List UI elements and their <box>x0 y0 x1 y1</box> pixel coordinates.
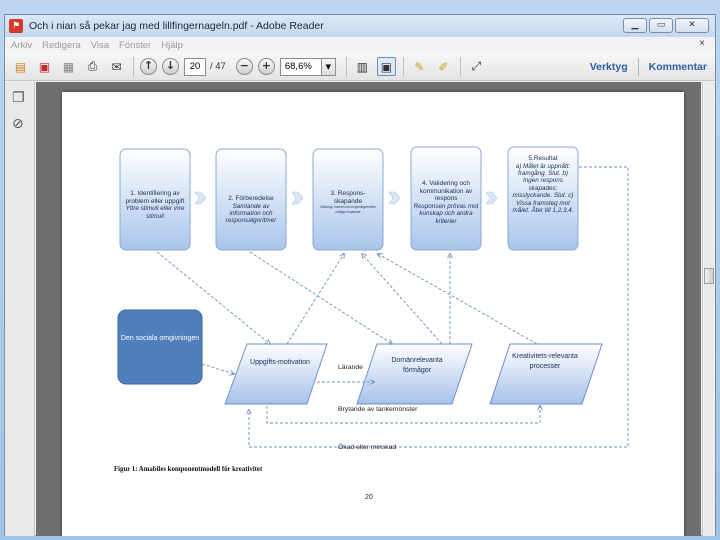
vertical-scrollbar[interactable] <box>702 82 715 536</box>
step-1-subtitle: Yttre stimuli eller inre stimuli <box>125 205 185 220</box>
zoom-dropdown-icon[interactable]: ▼ <box>321 57 336 76</box>
toolbar-separator <box>345 56 347 77</box>
menu-redigera[interactable]: Redigera <box>42 40 81 51</box>
adobe-reader-window: ⚑ Och i nian så pekar jag med lillfinger… <box>4 14 716 536</box>
toolbar: ▤ ▣ ▦ ⎙ ✉ ↑ ↓ 20 / 47 − + 68,6% ▼ ▥ ▣ ✎ … <box>5 53 715 81</box>
minimize-button[interactable]: ▁ <box>623 18 647 33</box>
component-kreativitet-label: Kreativitets-relevanta processer <box>512 353 578 370</box>
step-5-text: 5.Resultat a) Målet är uppnått: framgång… <box>510 155 576 214</box>
step-5-subtitle: a) Målet är uppnått: framgång. Slut. b) … <box>512 162 574 215</box>
comment-icon[interactable]: ✎ <box>410 57 429 76</box>
step-4-text: 4. Validering och kommunikation av respo… <box>413 180 479 225</box>
navigation-panel: ❐ ⊘ <box>5 82 35 536</box>
menu-bar: Arkiv Redigera Visa Fönster Hjälp × <box>5 37 715 53</box>
zoom-out-icon[interactable]: − <box>235 58 253 75</box>
chevron-3 <box>388 191 401 205</box>
full-screen-icon[interactable]: ⤢ <box>467 57 486 76</box>
menu-visa[interactable]: Visa <box>91 40 109 51</box>
document-viewport[interactable]: 1. Identifiering av problem eller uppgif… <box>36 82 701 536</box>
attachments-icon[interactable]: ⊘ <box>12 116 28 134</box>
pages-icon[interactable]: ❐ <box>12 90 28 108</box>
next-page-icon[interactable]: ↓ <box>162 58 179 75</box>
step-2-title: 2. Förberedelse <box>228 195 274 202</box>
close-button[interactable]: ✕ <box>675 18 709 33</box>
pdf-page: 1. Identifiering av problem eller uppgif… <box>62 92 684 536</box>
page-number-input[interactable]: 20 <box>184 57 206 76</box>
window-title: Och i nian så pekar jag med lillfingerna… <box>29 20 324 32</box>
component-doman-label: Domänrelevanta förmågor <box>391 357 443 374</box>
step-3-subtitle: Sökning i minnet och omgivningen efter m… <box>320 205 376 214</box>
menu-hjalp[interactable]: Hjälp <box>161 40 183 51</box>
pdf-icon: ⚑ <box>9 19 23 33</box>
highlight-icon[interactable]: ✐ <box>434 57 453 76</box>
toolbar-separator <box>637 58 639 76</box>
social-environment-label: Den sociala omgivningen <box>120 335 200 342</box>
menu-fonster[interactable]: Fönster <box>119 40 151 51</box>
email-icon[interactable]: ✉ <box>107 57 126 76</box>
page-total: / 47 <box>210 61 226 72</box>
chevron-1 <box>194 191 207 205</box>
tools-button[interactable]: Verktyg <box>590 61 628 73</box>
step-3-text: 3. Respons-skapande Sökning i minnet och… <box>318 190 378 215</box>
increased-decreased-label: Ökad eller minskad <box>338 444 397 451</box>
menu-arkiv[interactable]: Arkiv <box>11 40 32 51</box>
scrolling-mode-icon[interactable]: ▥ <box>353 57 372 76</box>
step-2-subtitle: Samlande av information och responsalgor… <box>225 202 277 225</box>
save-icon[interactable]: ▦ <box>59 57 78 76</box>
print-icon[interactable]: ⎙ <box>83 57 102 76</box>
title-bar: ⚑ Och i nian så pekar jag med lillfinger… <box>5 15 715 37</box>
chevron-2 <box>291 191 304 205</box>
page-number: 20 <box>365 494 373 501</box>
chevron-4 <box>485 191 498 205</box>
breaking-patterns-label: Brytande av tankemönster <box>338 406 418 413</box>
component-uppgifts <box>224 343 328 405</box>
maximize-button[interactable]: ▭ <box>649 18 673 33</box>
toolbar-separator <box>133 56 134 77</box>
social-environment-box <box>117 309 203 385</box>
step-3-title: 3. Respons-skapande <box>330 190 366 205</box>
previous-page-icon[interactable]: ↑ <box>140 58 157 75</box>
close-document-icon[interactable]: × <box>699 38 705 49</box>
step-1-text: 1. Identifiering av problem eller uppgif… <box>122 190 188 220</box>
fit-page-icon[interactable]: ▣ <box>376 57 396 76</box>
figure-caption: Figur 1: Amabiles komponentmodell för kr… <box>114 466 263 473</box>
step-1-title: 1. Identifiering av problem eller uppgif… <box>125 190 185 205</box>
zoom-in-icon[interactable]: + <box>257 58 275 75</box>
comment-button[interactable]: Kommentar <box>649 61 707 73</box>
toolbar-separator <box>459 56 461 77</box>
learning-label: Lärande <box>338 364 363 371</box>
zoom-level-input[interactable]: 68,6% <box>279 57 322 76</box>
step-5-title: 5.Resultat <box>528 155 558 162</box>
component-uppgifts-label: Uppgifts-motivation <box>250 359 310 366</box>
create-pdf-icon[interactable]: ▣ <box>35 57 54 76</box>
step-4-title: 4. Validering och kommunikation av respo… <box>419 180 473 203</box>
step-2-text: 2. Förberedelse Samlande av information … <box>218 195 284 225</box>
toolbar-separator <box>402 56 404 77</box>
scrollbar-thumb[interactable] <box>704 268 714 284</box>
step-4-subtitle: Responsen prövas mot kunskap och andra k… <box>413 202 479 225</box>
open-file-icon[interactable]: ▤ <box>11 57 30 76</box>
